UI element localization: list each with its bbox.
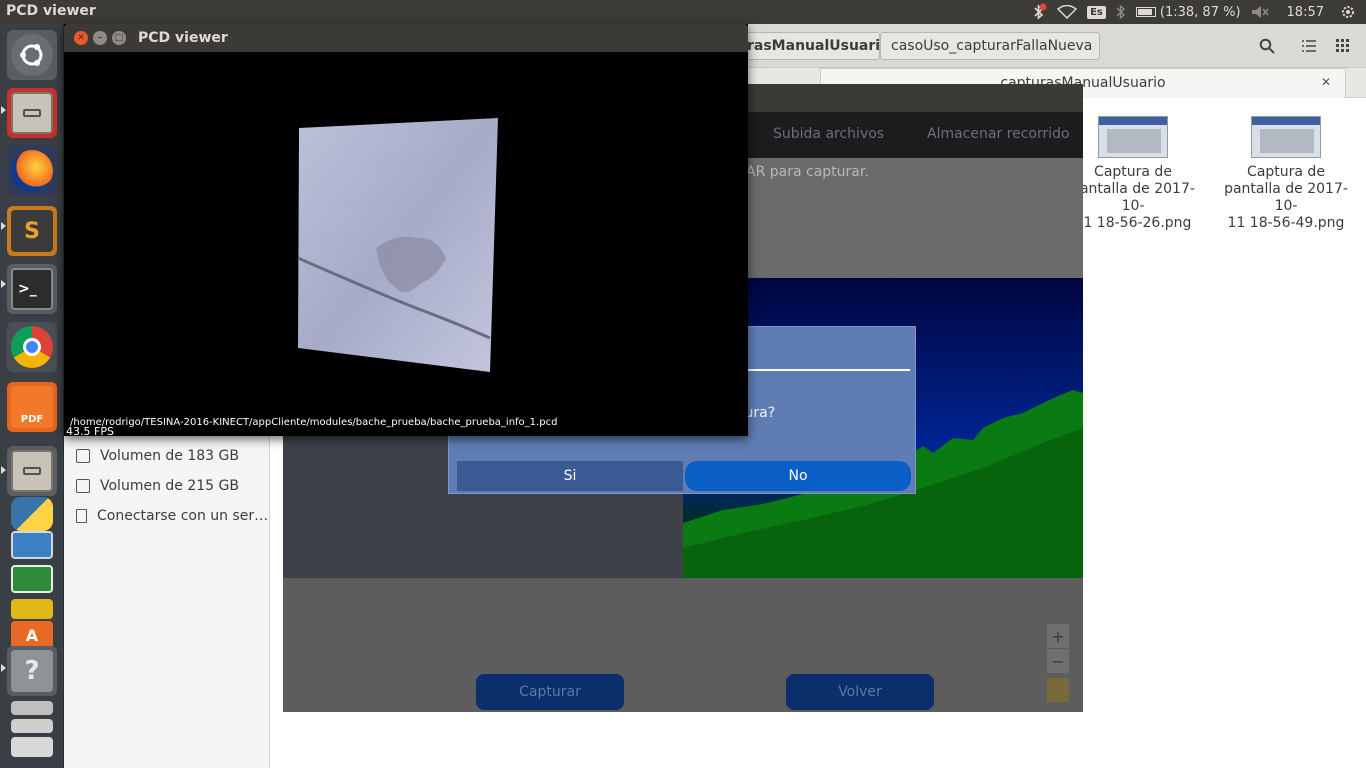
battery-indicator[interactable]: (1:38, 87 %) — [1135, 4, 1241, 20]
maximize-icon[interactable]: □ — [112, 31, 126, 45]
file-name-line: 11 18-56-49.png — [1227, 215, 1345, 231]
volume-muted-icon[interactable] — [1251, 5, 1269, 19]
file-item[interactable]: Captura de pantalla de 2017-10- 11 18-56… — [1063, 116, 1203, 232]
minimize-icon[interactable]: – — [93, 31, 107, 45]
chrome-icon[interactable] — [7, 322, 57, 372]
drive-icon — [76, 479, 90, 493]
dash-icon[interactable] — [7, 30, 57, 80]
python-icon[interactable] — [7, 496, 57, 532]
window-title: PCD viewer — [138, 30, 228, 46]
workspace-icon[interactable] — [7, 718, 57, 734]
active-app-title: PCD viewer — [6, 3, 96, 19]
network-icon — [76, 509, 87, 523]
bluetooth-icon[interactable] — [1116, 4, 1126, 20]
grid-view-icon[interactable] — [1328, 32, 1358, 60]
trash-icon[interactable] — [7, 736, 57, 758]
zoom-out-button[interactable]: − — [1047, 649, 1069, 673]
wifi-icon[interactable] — [1057, 5, 1078, 19]
sidebar-item-label: Conectarse con un ser… — [97, 508, 269, 524]
nav-subida-archivos[interactable]: Subida archivos — [773, 126, 884, 142]
zoom-in-button[interactable]: + — [1047, 624, 1069, 648]
fps-counter: 43.5 FPS — [66, 425, 114, 438]
terminal-icon[interactable]: >_ — [7, 264, 57, 314]
gear-icon[interactable] — [1340, 4, 1356, 20]
map-bottom[interactable] — [283, 578, 1083, 712]
yes-button[interactable]: Si — [457, 461, 683, 491]
search-icon[interactable] — [1252, 32, 1282, 60]
archive-icon[interactable] — [7, 598, 57, 620]
file-name-line: Captura de — [1247, 164, 1325, 180]
image-thumbnail — [1098, 116, 1168, 158]
firefox-icon[interactable] — [7, 146, 57, 196]
top-panel: PCD viewer Es (1:38, 87 %) 18:57 — [0, 0, 1366, 24]
point-cloud-render[interactable] — [296, 118, 498, 374]
drive-icon — [76, 449, 90, 463]
pcd-file-path: /home/rodrigo/TESINA-2016-KINECT/appClie… — [70, 417, 558, 428]
file-name-line: Captura de — [1094, 164, 1172, 180]
capture-hint: AR para capturar. — [746, 164, 869, 180]
spreadsheet-icon[interactable] — [7, 564, 57, 594]
help-icon[interactable]: ? — [7, 646, 57, 696]
clock[interactable]: 18:57 — [1287, 5, 1324, 20]
launcher: S >_ PDF A ? — [0, 24, 64, 768]
sidebar-item-label: Volumen de 215 GB — [100, 478, 239, 494]
sidebar-item-volume-183[interactable]: Volumen de 183 GB — [76, 444, 239, 468]
keyboard-layout-indicator[interactable]: Es — [1087, 5, 1106, 19]
file-item[interactable]: Captura de pantalla de 2017-10- 11 18-56… — [1216, 116, 1356, 232]
close-icon[interactable]: ✕ — [74, 31, 88, 45]
files-icon[interactable] — [7, 88, 57, 138]
sidebar-item-connect-server[interactable]: Conectarse con un ser… — [76, 504, 268, 528]
sidebar-item-label: Volumen de 183 GB — [100, 448, 239, 464]
pcd-viewer-window: ✕ – □ PCD viewer /home/rodrigo/TESINA-20… — [64, 24, 748, 438]
sublime-text-icon[interactable]: S — [7, 206, 57, 256]
file-name-line: 11 18-56-26.png — [1074, 215, 1192, 231]
pcd-viewer-titlebar: ✕ – □ PCD viewer — [64, 24, 748, 52]
files-sidebar: Volumen de 183 GB Volumen de 215 GB Cone… — [64, 424, 270, 768]
no-button[interactable]: No — [685, 461, 911, 491]
list-view-icon[interactable] — [1294, 32, 1324, 60]
indicator-area: Es (1:38, 87 %) 18:57 — [1031, 0, 1356, 24]
capture-button[interactable]: Capturar — [476, 674, 624, 710]
pdf-editor-icon[interactable]: PDF — [7, 382, 57, 432]
bluetooth-alert-icon[interactable] — [1031, 3, 1047, 21]
file-name-line: pantalla de 2017-10- — [1224, 181, 1348, 214]
file-name-line: pantalla de 2017-10- — [1071, 181, 1195, 214]
dialog-divider — [747, 369, 910, 371]
system-monitor-icon[interactable] — [7, 530, 57, 560]
battery-status: (1:38, 87 %) — [1159, 4, 1241, 20]
close-icon[interactable]: ✕ — [1321, 75, 1331, 89]
sidebar-item-volume-215[interactable]: Volumen de 215 GB — [76, 474, 239, 498]
street-view-icon[interactable] — [1047, 678, 1069, 702]
files-icon[interactable] — [7, 446, 57, 496]
breadcrumb-next[interactable]: casoUso_capturarFallaNueva — [880, 32, 1100, 60]
image-thumbnail — [1251, 116, 1321, 158]
battery-icon — [1135, 7, 1156, 17]
workspace-icon[interactable] — [7, 700, 57, 716]
back-button[interactable]: Volver — [786, 674, 934, 710]
nav-almacenar-recorrido[interactable]: Almacenar recorrido — [927, 126, 1070, 142]
